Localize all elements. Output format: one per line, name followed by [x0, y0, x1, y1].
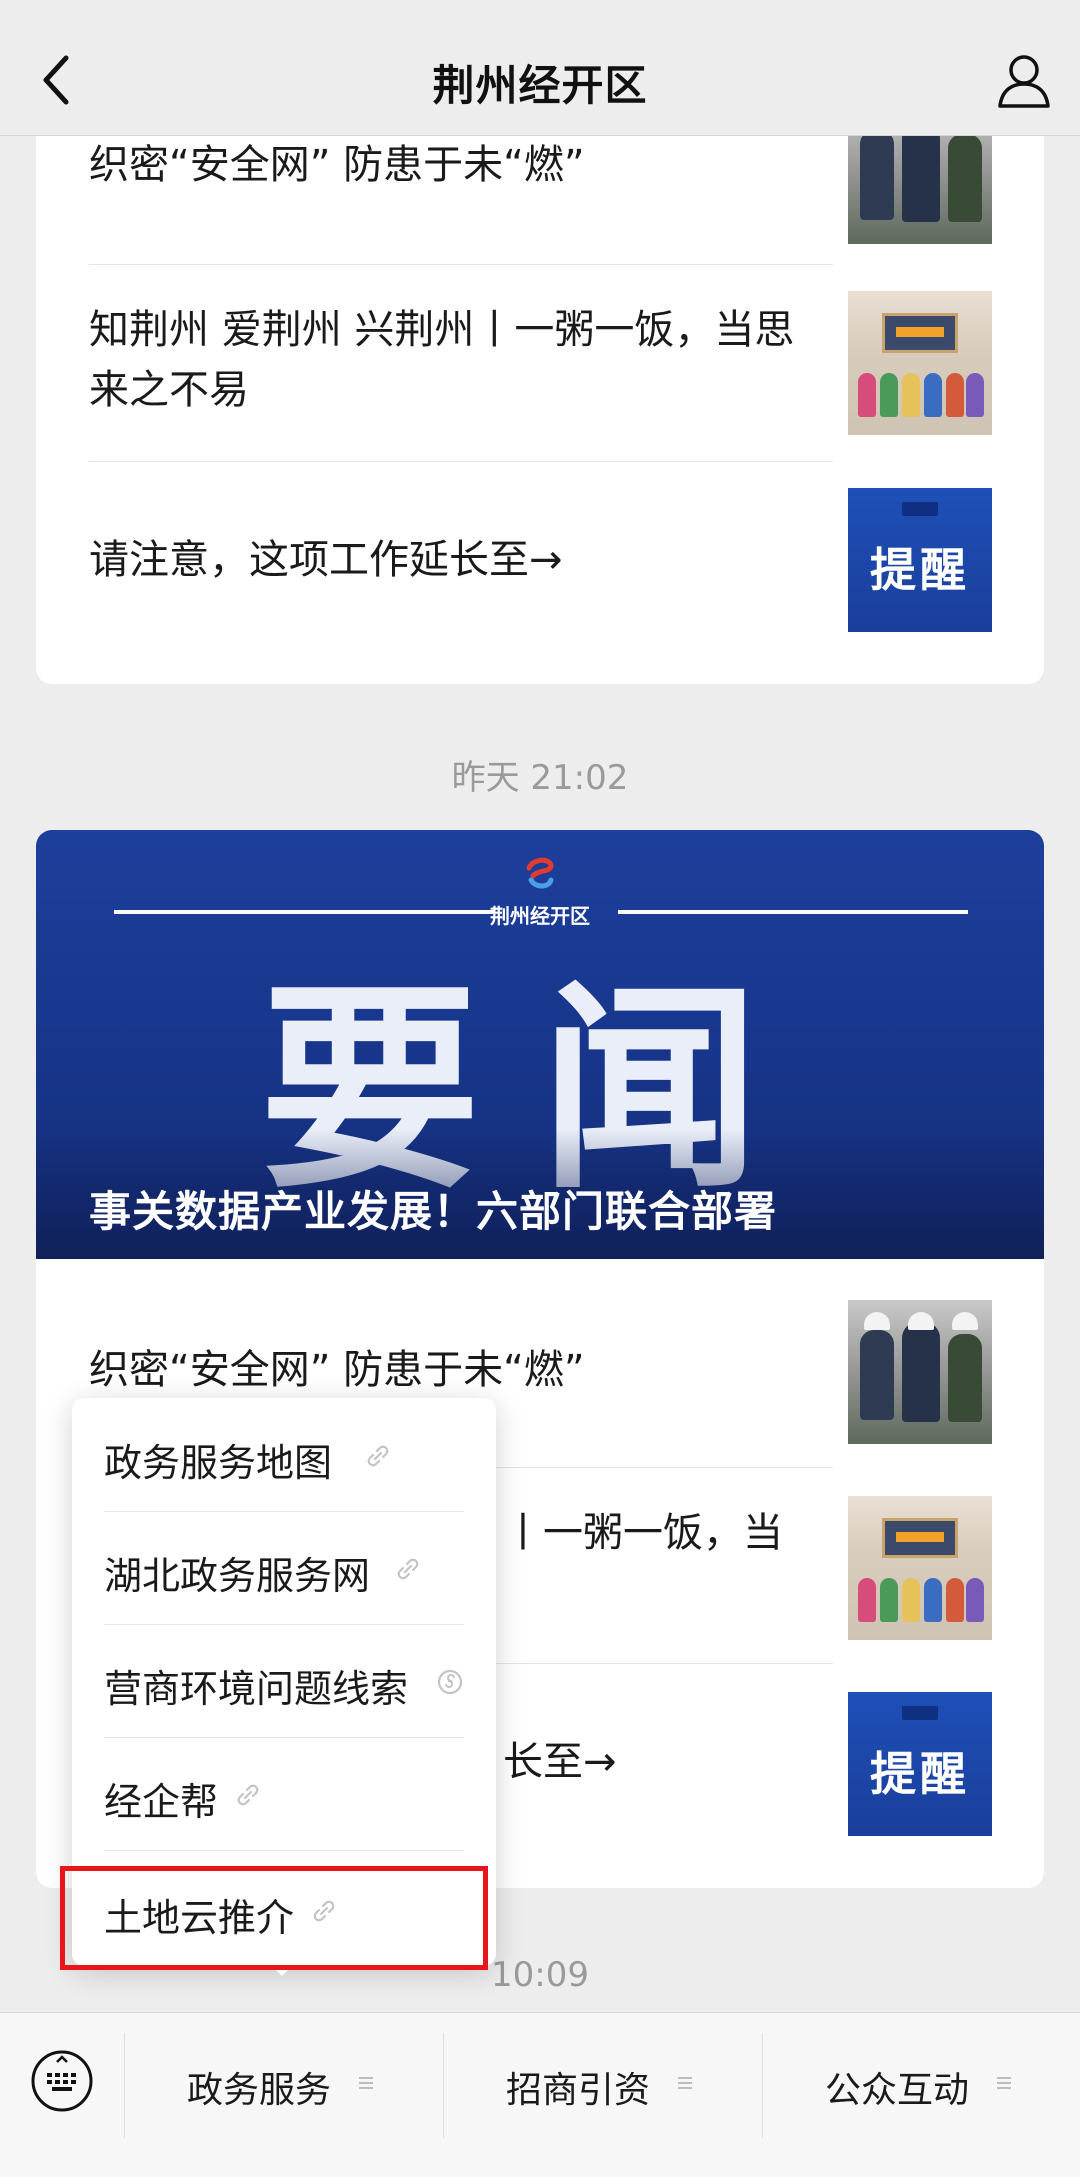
- article-item[interactable]: 丨一粥一饭，当: [503, 1503, 843, 1563]
- article-thumbnail: 提醒: [848, 1692, 992, 1836]
- article-item[interactable]: 长至→: [503, 1732, 843, 1792]
- divider: [89, 264, 833, 265]
- logo-icon: [526, 857, 554, 889]
- submenu-item-gov-service-map[interactable]: 政务服务地图: [72, 1398, 496, 1511]
- menu-public-interaction[interactable]: 公众互动: [763, 2013, 1080, 2133]
- menu-label: 政务服务: [187, 2070, 332, 2111]
- submenu-item-jingqibang[interactable]: 经企帮: [72, 1737, 496, 1850]
- banner-caption: 事关数据产业发展！六部门联合部署: [89, 1187, 778, 1236]
- article-item[interactable]: 织密“安全网” 防患于未“燃”: [89, 135, 833, 195]
- submenu-item-business-env-clues[interactable]: 营商环境问题线索: [72, 1624, 496, 1737]
- article-title: 请注意，这项工作延长至→: [89, 537, 563, 583]
- submenu-item-hubei-gov-service[interactable]: 湖北政务服务网: [72, 1511, 496, 1624]
- thumbnail-text: 提醒: [870, 1747, 970, 1801]
- headline-banner[interactable]: 荆州经开区 要闻 事关数据产业发展！六部门联合部署: [36, 830, 1044, 1259]
- menu-list-icon: [359, 2077, 373, 2089]
- submenu-item-label: 政务服务地图: [104, 1441, 333, 1485]
- article-thumbnail: 提醒: [848, 488, 992, 632]
- menu-label: 招商引资: [506, 2070, 651, 2111]
- article-title: 长至→: [503, 1739, 617, 1785]
- article-item[interactable]: 请注意，这项工作延长至→: [89, 530, 833, 590]
- top-nav-bar: 荆州经开区: [0, 0, 1080, 136]
- submenu-item-label: 湖北政务服务网: [104, 1554, 371, 1598]
- timestamp: 昨天 21:02: [451, 758, 629, 798]
- submenu-item-label: 营商环境问题线索: [104, 1667, 409, 1711]
- article-thumbnail: [848, 1496, 992, 1640]
- menu-gov-service[interactable]: 政务服务: [125, 2013, 443, 2133]
- banner-org-name: 荆州经开区: [490, 904, 590, 928]
- user-icon[interactable]: [992, 48, 1056, 112]
- bottom-menu-bar: 政务服务 招商引资 公众互动: [0, 2012, 1080, 2177]
- highlight-box: [60, 1866, 488, 1970]
- submenu-item-label: 经企帮: [104, 1780, 219, 1824]
- article-title: 知荆州 爱荆州 兴荆州丨一粥一饭，当思来之不易: [89, 307, 795, 413]
- article-item[interactable]: 知荆州 爱荆州 兴荆州丨一粥一饭，当思来之不易: [89, 300, 833, 420]
- article-title: 织密“安全网” 防患于未“燃”: [89, 1347, 585, 1393]
- menu-list-icon: [678, 2077, 692, 2089]
- article-title: 织密“安全网” 防患于未“燃”: [89, 142, 585, 188]
- menu-investment[interactable]: 招商引资: [444, 2013, 762, 2133]
- article-card: 织密“安全网” 防患于未“燃” 知荆州 爱荆州 兴荆州丨一粥一饭，当思来之不易 …: [36, 60, 1044, 684]
- article-thumbnail: [848, 1300, 992, 1444]
- link-icon: [237, 1784, 259, 1806]
- menu-label: 公众互动: [825, 2070, 970, 2111]
- mini-program-icon: [437, 1669, 463, 1695]
- menu-list-icon: [997, 2077, 1011, 2089]
- link-icon: [367, 1445, 389, 1467]
- article-item[interactable]: 织密“安全网” 防患于未“燃”: [89, 1340, 833, 1400]
- link-icon: [397, 1558, 419, 1580]
- divider: [89, 461, 833, 462]
- keyboard-icon[interactable]: [30, 2049, 94, 2113]
- thumbnail-text: 提醒: [870, 543, 970, 597]
- article-title: 丨一粥一饭，当: [503, 1510, 783, 1556]
- page-title: 荆州经开区: [432, 61, 648, 110]
- article-thumbnail: [848, 291, 992, 435]
